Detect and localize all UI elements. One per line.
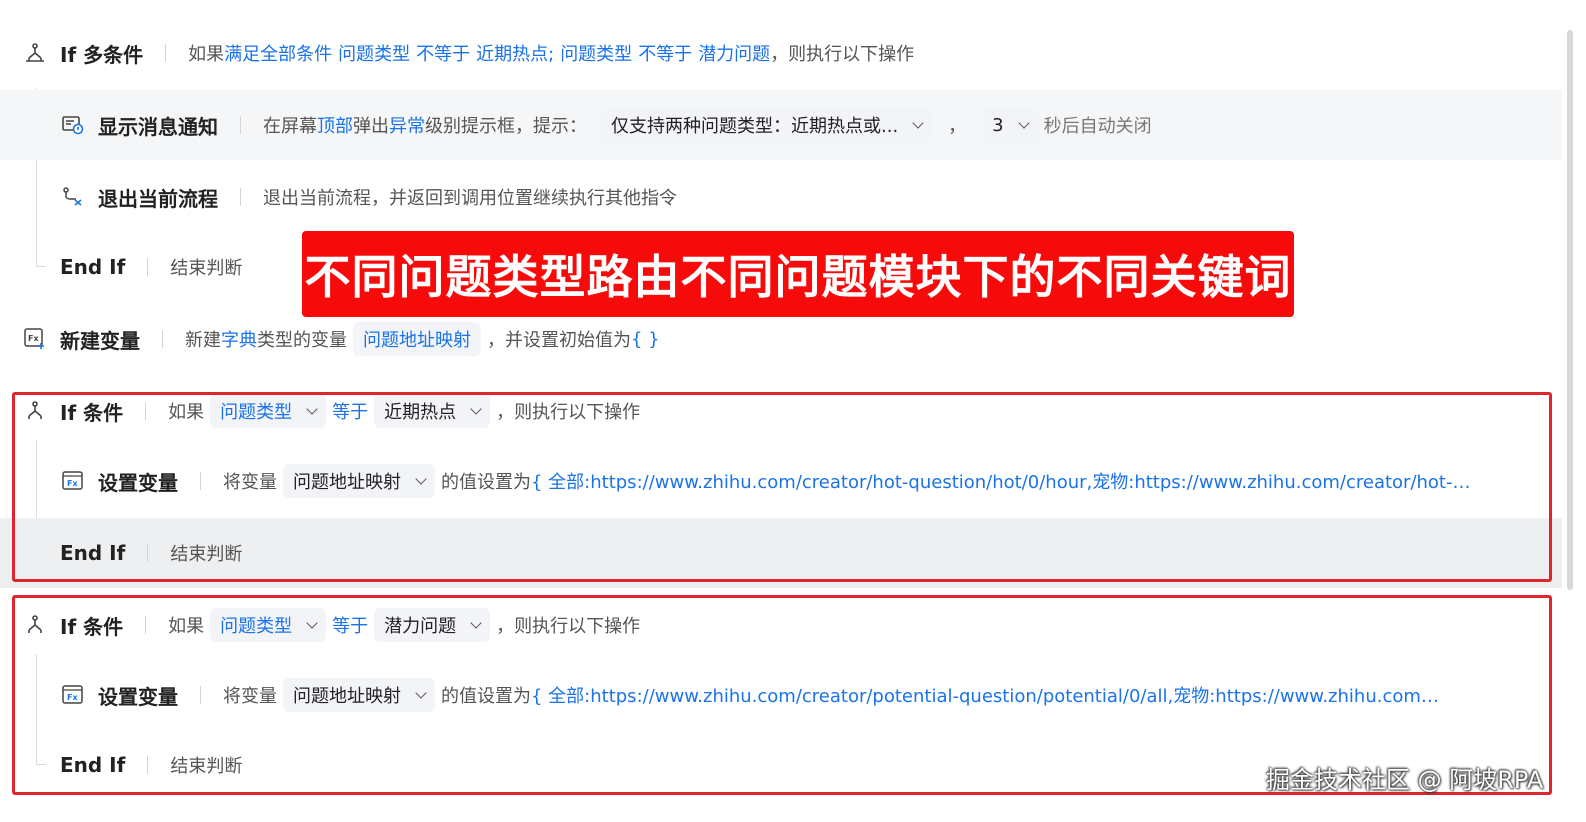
condition-mode[interactable]: 满足全部条件 <box>224 40 332 66</box>
divider <box>162 330 163 348</box>
text: ， <box>948 116 967 137</box>
step-title: If 多条件 <box>60 42 144 67</box>
variable-type[interactable]: 字典 <box>221 326 257 352</box>
branch-icon <box>24 42 46 64</box>
exit-flow-row[interactable]: 退出当前流程 退出当前流程，并返回到调用位置继续执行其他指令 <box>0 162 1564 232</box>
step-title: 退出当前流程 <box>98 186 218 211</box>
seconds-value: 3 <box>992 114 1004 136</box>
step-description: 退出当前流程，并返回到调用位置继续执行其他指令 <box>263 188 677 209</box>
step-description: 结束判断 <box>170 258 243 279</box>
condition-1-variable[interactable]: 问题类型 <box>338 40 410 66</box>
scrollbar-track[interactable] <box>1562 0 1586 822</box>
position-value[interactable]: 顶部 <box>317 112 353 138</box>
step-title: 新建变量 <box>60 328 140 353</box>
message-notification-icon <box>62 114 84 136</box>
step-title: 显示消息通知 <box>98 114 218 139</box>
text: 类型的变量 <box>257 330 347 351</box>
condition-prefix: 如果 <box>188 44 225 65</box>
condition-suffix: ，则执行以下操作 <box>770 44 915 65</box>
annotation-banner: 不同问题类型路由不同问题模块下的不同关键词 <box>302 231 1294 317</box>
text: 秒后自动关闭 <box>1043 116 1152 137</box>
divider <box>165 44 167 62</box>
condition-2-operator[interactable]: 不等于 <box>638 40 692 66</box>
show-notification-row[interactable]: 显示消息通知 在屏幕 顶部 弹出 异常 级别提示框，提示： 仅支持两种问题类型：… <box>0 90 1564 160</box>
text: 弹出 <box>353 116 389 137</box>
divider <box>240 116 241 134</box>
level-value[interactable]: 异常 <box>389 112 425 138</box>
message-dropdown[interactable]: 仅支持两种问题类型：近期热点或... <box>601 108 933 142</box>
text: ，并设置初始值为 <box>487 330 631 351</box>
variable-name-chip[interactable]: 问题地址映射 <box>353 322 481 356</box>
text: 在屏幕 <box>263 116 317 137</box>
initial-value[interactable]: { } <box>631 329 660 350</box>
chevron-down-icon <box>1017 117 1030 129</box>
condition-2-variable[interactable]: 问题类型 <box>560 40 632 66</box>
message-value: 仅支持两种问题类型：近期热点或... <box>611 116 899 137</box>
divider <box>240 188 241 206</box>
exit-flow-icon <box>62 186 84 208</box>
divider <box>147 258 149 276</box>
condition-2-value[interactable]: 潜力问题 <box>698 40 770 66</box>
fx-variable-icon: Fx <box>24 328 46 350</box>
condition-1-value[interactable]: 近期热点; <box>476 40 554 66</box>
highlight-box <box>12 392 1552 582</box>
text: 级别提示框，提示： <box>425 116 587 137</box>
watermark: 掘金技术社区 @ 阿坡RPA <box>1266 766 1544 794</box>
step-title: End If <box>60 255 126 279</box>
svg-text:Fx: Fx <box>28 334 39 343</box>
condition-1-operator[interactable]: 不等于 <box>416 40 470 66</box>
if-multi-row[interactable]: If 多条件 如果 满足全部条件 问题类型 不等于 近期热点; 问题类型 不等于… <box>0 18 1564 88</box>
chevron-down-icon <box>912 117 924 129</box>
text: 新建 <box>185 330 221 351</box>
scrollbar-thumb[interactable] <box>1567 30 1573 590</box>
seconds-dropdown[interactable]: 3 <box>982 108 1038 142</box>
